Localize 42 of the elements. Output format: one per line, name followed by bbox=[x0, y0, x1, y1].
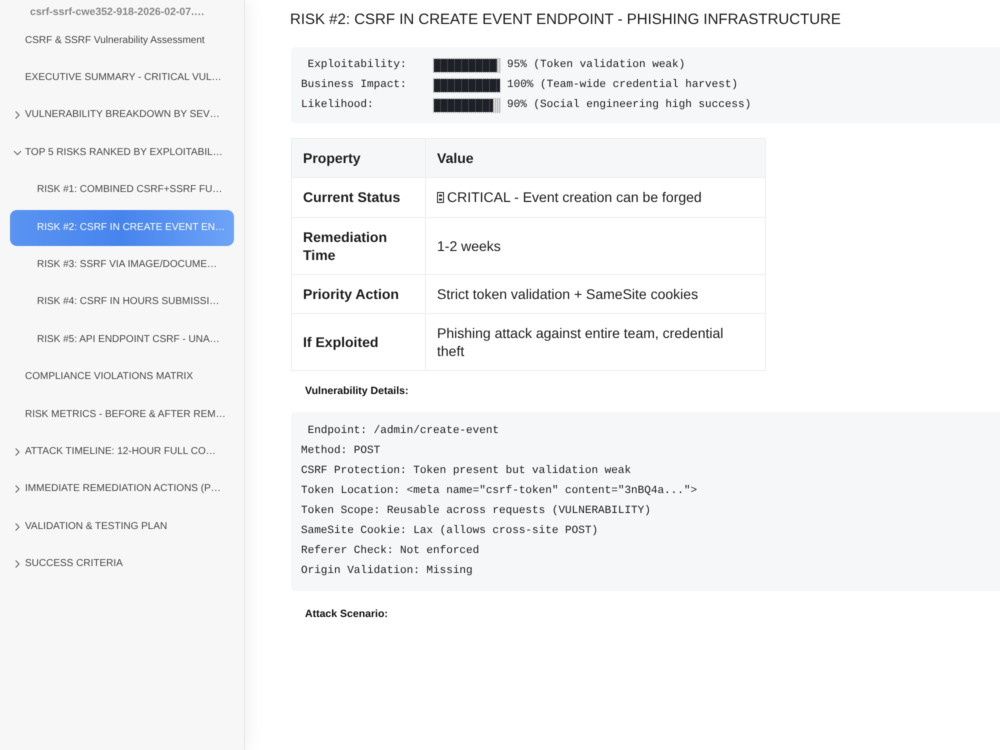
sidebar-item[interactable]: EXECUTIVE SUMMARY - CRITICAL VUL… bbox=[10, 60, 234, 96]
subheading: Vulnerability Details: bbox=[305, 384, 408, 398]
code-line: Token Location: <meta name="csrf-token" content="3nBQ4a..."> bbox=[301, 484, 698, 498]
score-reading: 100% (Team-wide credential harvest) bbox=[507, 78, 738, 93]
code-line: CSRF Protection: Token present but validation weak bbox=[301, 464, 632, 478]
sidebar-item[interactable]: TOP 5 RISKS RANKED BY EXPLOITABIL… bbox=[10, 134, 234, 171]
sidebar-item[interactable]: VALIDATION & TESTING PLAN bbox=[10, 508, 234, 545]
sidebar-item[interactable]: ATTACK TIMELINE: 12-HOUR FULL CO… bbox=[10, 434, 234, 470]
table-cell: 1-2 weeks bbox=[426, 217, 766, 274]
table-cell: Remediation Time bbox=[292, 217, 426, 274]
score-reading: 95% (Token validation weak) bbox=[507, 58, 686, 73]
sidebar-item[interactable]: CSRF & SSRF Vulnerability Assessment bbox=[10, 22, 234, 59]
sidebar-item[interactable]: RISK #3: SSRF VIA IMAGE/DOCUME… bbox=[10, 247, 234, 284]
status-text: CRITICAL - Event creation can be forged bbox=[447, 188, 702, 206]
code-line: Referer Check: Not enforced bbox=[301, 544, 480, 558]
sidebar-item[interactable]: RISK #4: CSRF IN HOURS SUBMISSI… bbox=[10, 284, 234, 320]
table-cell: Phishing attack against entire team, credential theft bbox=[426, 313, 766, 370]
sidebar-item[interactable]: RISK METRICS - BEFORE & AFTER REM… bbox=[10, 396, 234, 433]
code-line: Method: POST bbox=[301, 444, 380, 458]
sidebar-item[interactable]: COMPLIANCE VIOLATIONS MATRIX bbox=[10, 359, 234, 396]
table-cell: If Exploited bbox=[292, 313, 426, 370]
sidebar-item[interactable]: RISK #5: API ENDPOINT CSRF - UNA… bbox=[10, 322, 234, 358]
subheading: Attack Scenario: bbox=[305, 606, 388, 620]
sidebar-item[interactable]: IMMEDIATE REMEDIATION ACTIONS (P… bbox=[10, 471, 234, 508]
sidebar-item[interactable]: SUCCESS CRITERIA bbox=[10, 546, 234, 582]
section-heading: RISK #2: CSRF IN CREATE EVENT ENDPOINT - PHISHING INFRASTRUCTURE bbox=[290, 10, 841, 30]
column-header: Property bbox=[292, 138, 426, 178]
score-label: Business Impact: bbox=[301, 78, 408, 93]
sidebar-item[interactable]: VULNERABILITY BREAKDOWN BY SEV… bbox=[10, 97, 234, 134]
code-line: SameSite Cookie: Lax (allows cross-site POST) bbox=[301, 524, 598, 538]
score-reading: 90% (Social engineering high success) bbox=[507, 98, 752, 113]
table-cell: Current Status bbox=[292, 178, 426, 217]
table-cell: Priority Action bbox=[292, 274, 426, 313]
code-line: Endpoint: /admin/create-event bbox=[306, 424, 500, 438]
code-line: Token Scope: Reusable across requests (VULNERABILITY) bbox=[301, 504, 651, 518]
score-label: Exploitability: bbox=[306, 58, 408, 73]
score-label: Likelihood: bbox=[301, 98, 375, 113]
sidebar-item[interactable]: RISK #1: COMBINED CSRF+SSRF FU… bbox=[10, 172, 234, 208]
file-name: csrf-ssrf-cwe352-918-2026-02-07.… bbox=[29, 5, 206, 20]
column-header: Value bbox=[426, 138, 766, 178]
code-line: Origin Validation: Missing bbox=[301, 564, 473, 578]
table-cell: Strict token validation + SameSite cookies bbox=[426, 274, 766, 313]
